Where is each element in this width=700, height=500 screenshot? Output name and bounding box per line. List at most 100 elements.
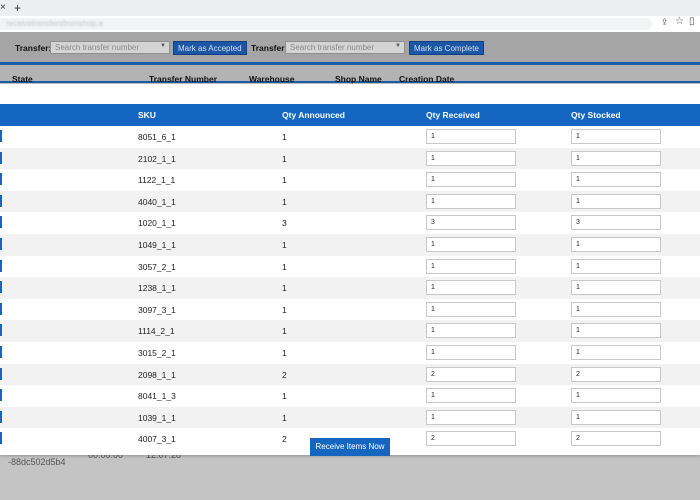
sku-cell: 2102_1_1 <box>138 153 176 164</box>
frame-icon[interactable]: ▯ <box>689 16 695 27</box>
qty-stocked-input[interactable] <box>571 388 661 404</box>
qty-stocked-input[interactable] <box>571 431 661 447</box>
qty-received-input[interactable] <box>426 150 516 166</box>
sku-cell: 4040_1_1 <box>138 196 176 207</box>
sku-cell: 1020_1_1 <box>138 218 176 229</box>
sku-cell: 1049_1_1 <box>138 240 176 250</box>
qty-announced-cell: 1 <box>282 261 287 272</box>
filter-bar: Transfer: Search transfer number ▼ Mark … <box>0 32 700 62</box>
table-row: 8051_6_1 1 <box>0 126 700 148</box>
transfer-label: Transfer: <box>15 43 52 53</box>
chevron-down-icon: ▼ <box>160 43 166 49</box>
sku-cell: 1238_1_1 <box>138 283 176 294</box>
chevron-down-icon: ▼ <box>395 43 401 49</box>
qty-stocked-input[interactable] <box>571 172 661 188</box>
sku-cell: 3057_2_1 <box>138 261 176 272</box>
transfer-search-select[interactable]: Search transfer number ▼ <box>285 41 405 54</box>
sku-cell: 1114_2_1 <box>138 326 175 337</box>
qty-received-input[interactable] <box>426 301 516 317</box>
row-marker <box>0 302 2 315</box>
row-marker <box>0 281 2 294</box>
qty-stocked-input[interactable] <box>571 215 661 231</box>
row-marker <box>0 389 2 402</box>
sku-cell: 3097_3_1 <box>138 304 176 315</box>
qty-stocked-input[interactable] <box>571 193 661 209</box>
column-header-transfer-number[interactable]: Transfer Number <box>149 74 217 84</box>
column-header-qty-received: Qty Received <box>426 110 480 120</box>
qty-stocked-input[interactable] <box>571 237 661 252</box>
qty-received-input[interactable] <box>426 409 516 425</box>
url-field[interactable]: receivetransfersfromshop.a <box>0 18 652 30</box>
qty-stocked-input[interactable] <box>571 345 661 360</box>
qty-received-input[interactable] <box>426 431 516 447</box>
qty-received-input[interactable] <box>426 323 516 339</box>
qty-stocked-input[interactable] <box>571 409 661 425</box>
sku-cell: 8041_1_3 <box>138 391 176 402</box>
transfer-search-placeholder: Search transfer number <box>290 43 375 52</box>
column-header-creation-date[interactable]: Creation Date <box>399 74 454 84</box>
qty-stocked-input[interactable] <box>571 150 661 166</box>
table-row: 2102_1_1 1 <box>0 147 700 170</box>
qty-announced-cell: 1 <box>282 326 287 337</box>
column-header-qty-stocked: Qty Stocked <box>571 110 621 120</box>
qty-stocked-input[interactable] <box>571 258 661 274</box>
qty-announced-cell: 1 <box>282 412 287 423</box>
qty-stocked-input[interactable] <box>571 280 661 296</box>
qty-stocked-input[interactable] <box>571 366 661 382</box>
sku-cell: 8051_6_1 <box>138 132 176 142</box>
qty-announced-cell: 1 <box>282 240 287 250</box>
mark-complete-button[interactable]: Mark as Complete <box>409 41 484 55</box>
qty-received-input[interactable] <box>426 237 516 252</box>
sku-cell: 4007_3_1 <box>138 434 176 445</box>
share-icon[interactable]: ⇪ <box>661 17 669 28</box>
table-row: 8041_1_3 1 <box>0 385 700 407</box>
qty-stocked-input[interactable] <box>571 129 661 144</box>
qty-announced-cell: 1 <box>282 132 287 142</box>
qty-received-input[interactable] <box>426 388 516 404</box>
mark-accepted-button[interactable]: Mark as Accepted <box>173 41 247 55</box>
tab-close-icon[interactable]: × <box>0 2 6 13</box>
row-marker <box>0 173 2 186</box>
qty-announced-cell: 2 <box>282 369 287 380</box>
address-bar: receivetransfersfromshop.a <box>0 16 700 32</box>
new-tab-icon[interactable]: + <box>14 1 21 15</box>
column-header-state[interactable]: State <box>12 74 33 84</box>
transfer-search-select[interactable]: Search transfer number ▼ <box>50 41 170 54</box>
table-row: 1238_1_1 1 <box>0 277 700 299</box>
qty-received-input[interactable] <box>426 345 516 360</box>
qty-announced-cell: 1 <box>282 283 287 294</box>
sku-cell: 3015_2_1 <box>138 348 176 358</box>
column-header-shop-name[interactable]: Shop Name <box>335 74 382 84</box>
qty-received-input[interactable] <box>426 258 516 274</box>
sku-cell: 2098_1_1 <box>138 369 176 380</box>
row-marker <box>0 367 2 380</box>
qty-stocked-input[interactable] <box>571 301 661 317</box>
qty-received-input[interactable] <box>426 280 516 296</box>
table-row: 3057_2_1 1 <box>0 256 700 278</box>
url-text: receivetransfersfromshop.a <box>6 19 103 28</box>
qty-stocked-input[interactable] <box>571 323 661 339</box>
qty-announced-cell: 1 <box>282 196 287 207</box>
receive-items-button[interactable]: Receive Items Now <box>310 438 390 456</box>
star-icon[interactable]: ☆ <box>675 16 684 27</box>
table-row: 3015_2_1 1 <box>0 342 700 364</box>
qty-announced-cell: 1 <box>282 153 287 164</box>
table-row: 4040_1_1 1 <box>0 190 700 213</box>
qty-received-input[interactable] <box>426 129 516 144</box>
qty-received-input[interactable] <box>426 366 516 382</box>
sku-cell: 1039_1_1 <box>138 412 176 423</box>
table-row: 1114_2_1 1 <box>0 320 700 342</box>
table-row: 1039_1_1 1 <box>0 406 700 429</box>
qty-received-input[interactable] <box>426 172 516 188</box>
row-marker <box>0 346 2 358</box>
receive-items-modal: SKU Qty Announced Qty Received Qty Stock… <box>0 84 700 455</box>
browser-tab-bar: × + <box>0 0 700 16</box>
qty-received-input[interactable] <box>426 215 516 231</box>
qty-received-input[interactable] <box>426 193 516 209</box>
sku-cell: 1122_1_1 <box>138 175 176 186</box>
transfer-search-placeholder: Search transfer number <box>55 43 140 52</box>
column-header-warehouse[interactable]: Warehouse <box>249 74 295 84</box>
qty-announced-cell: 1 <box>282 391 287 402</box>
row-marker <box>0 130 2 142</box>
table-row: 2098_1_1 2 <box>0 363 700 386</box>
